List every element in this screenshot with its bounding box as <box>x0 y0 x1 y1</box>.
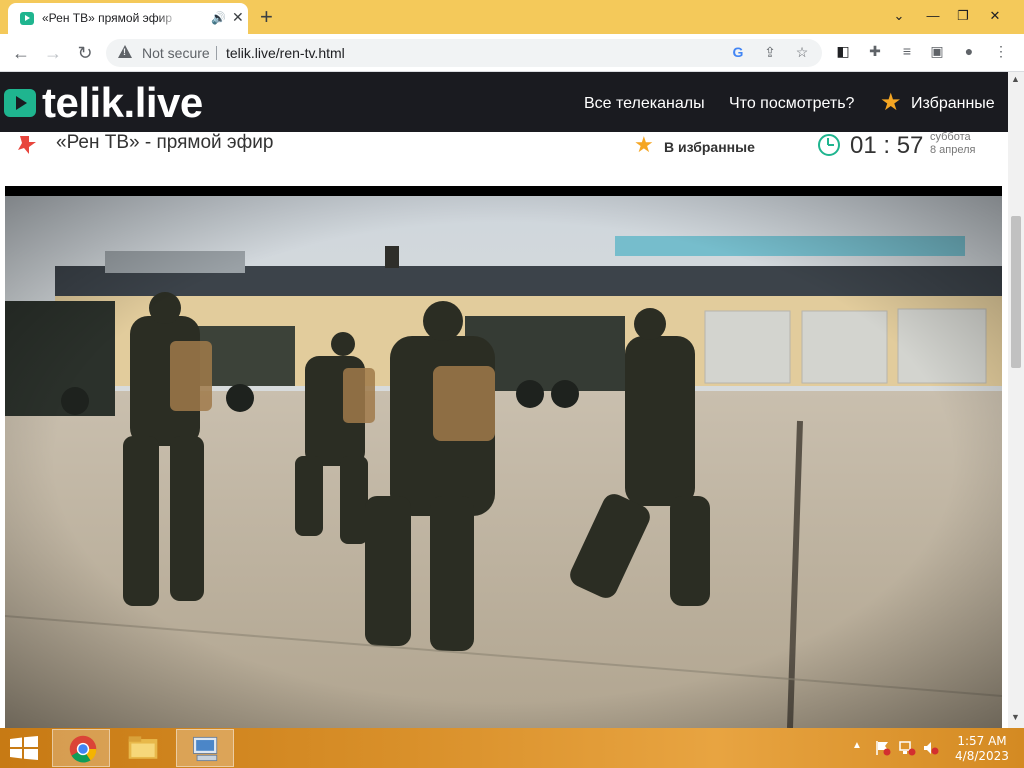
menu-kebab-icon[interactable]: ⋮ <box>990 43 1012 63</box>
nav-all-channels[interactable]: Все телеканалы <box>584 95 705 113</box>
folder-icon <box>128 736 158 759</box>
page-scrollbar[interactable]: ▲ ▼ <box>1008 72 1024 728</box>
show-hidden-icons-icon[interactable]: ▲ <box>852 740 862 751</box>
windows-taskbar: ▲ 1:57 AM 4/8/2023 <box>0 728 1024 768</box>
file-explorer-taskbar-button[interactable] <box>114 729 172 767</box>
site-header: telik.live Все телеканалы Что посмотреть… <box>0 72 1008 132</box>
tab-title: «Рен ТВ» прямой эфир - смотреть онлайн <box>42 11 174 25</box>
nav-what-to-watch[interactable]: Что посмотреть? <box>729 95 854 113</box>
share-icon[interactable]: ⇪ <box>760 44 780 62</box>
tab-search-icon[interactable]: ⌄ <box>884 4 914 28</box>
security-label[interactable]: Not secure <box>142 45 210 61</box>
taskbar-clock[interactable]: 1:57 AM 4/8/2023 <box>952 734 1012 764</box>
address-separator <box>216 46 217 60</box>
scroll-down-arrow-icon[interactable]: ▼ <box>1011 712 1020 722</box>
telik-favicon-icon <box>20 12 34 25</box>
tab-title-fade <box>158 9 178 29</box>
action-center-flag-icon[interactable] <box>874 740 892 756</box>
profile-icon[interactable]: ● <box>958 43 980 63</box>
minimize-button[interactable]: — <box>918 4 948 28</box>
scroll-up-arrow-icon[interactable]: ▲ <box>1011 74 1020 84</box>
forward-arrow-icon[interactable]: → <box>40 40 66 66</box>
nav-favorites[interactable]: Избранные <box>911 95 995 113</box>
channel-title: «Рен ТВ» - прямой эфир <box>56 132 274 153</box>
browser-tab[interactable]: «Рен ТВ» прямой эфир - смотреть онлайн 🔊… <box>8 3 248 34</box>
taskbar-time: 1:57 AM <box>957 734 1007 748</box>
puzzle-icon[interactable]: ✚ <box>864 43 886 63</box>
date: 8 апреля <box>930 144 976 156</box>
site-logo-text[interactable]: telik.live <box>42 80 203 126</box>
current-date: суббота 8 апреля <box>930 131 976 157</box>
page-content: telik.live Все телеканалы Что посмотреть… <box>0 72 1008 728</box>
tv-logo-icon[interactable] <box>4 89 36 117</box>
url-text[interactable]: telik.live/ren-tv.html <box>226 45 345 61</box>
address-bar[interactable]: Not secure telik.live/ren-tv.html G ⇪ ☆ <box>106 39 822 67</box>
media-queue-icon[interactable]: ≡ <box>896 43 918 63</box>
favorites-star-icon[interactable]: ★ <box>880 91 902 115</box>
ren-tv-logo-icon <box>18 136 36 154</box>
windows-start-icon[interactable] <box>10 736 38 760</box>
remote-desktop-taskbar-button[interactable] <box>176 729 234 767</box>
new-tab-button[interactable]: + <box>260 4 273 30</box>
star-icon: ★ <box>634 132 654 157</box>
chrome-icon <box>69 735 97 763</box>
bookmark-star-icon[interactable]: ☆ <box>792 44 812 62</box>
side-panel-icon[interactable]: ▣ <box>926 43 948 63</box>
close-window-button[interactable]: ✕ <box>980 4 1010 28</box>
computer-icon <box>193 736 218 762</box>
current-time: 01 : 57 <box>850 132 924 159</box>
browser-toolbar: ← → ↻ Not secure telik.live/ren-tv.html … <box>0 34 1024 72</box>
weekday: суббота <box>930 131 971 143</box>
taskbar-date: 4/8/2023 <box>955 749 1009 763</box>
network-icon[interactable] <box>898 740 916 756</box>
video-frame[interactable] <box>5 196 1002 728</box>
warning-icon[interactable] <box>118 45 132 58</box>
reload-icon[interactable]: ↻ <box>72 40 98 66</box>
clock-icon <box>818 134 840 156</box>
video-player[interactable] <box>5 186 1002 728</box>
tab-close-icon[interactable]: ✕ <box>232 9 244 26</box>
google-translate-icon[interactable]: G <box>728 44 748 62</box>
back-arrow-icon[interactable]: ← <box>8 40 34 66</box>
browser-tabstrip: «Рен ТВ» прямой эфир - смотреть онлайн 🔊… <box>0 0 1024 34</box>
scroll-thumb[interactable] <box>1011 216 1021 368</box>
extension-icon[interactable]: ◧ <box>832 43 854 63</box>
add-to-favorites-label: В избранные <box>664 139 755 155</box>
channel-bar: «Рен ТВ» - прямой эфир ★ В избранные 01 … <box>0 131 1008 184</box>
restore-button[interactable]: ❐ <box>948 4 978 28</box>
chrome-taskbar-button[interactable] <box>52 729 110 767</box>
volume-muted-icon[interactable] <box>922 740 940 756</box>
speaker-icon[interactable]: 🔊 <box>211 11 226 25</box>
